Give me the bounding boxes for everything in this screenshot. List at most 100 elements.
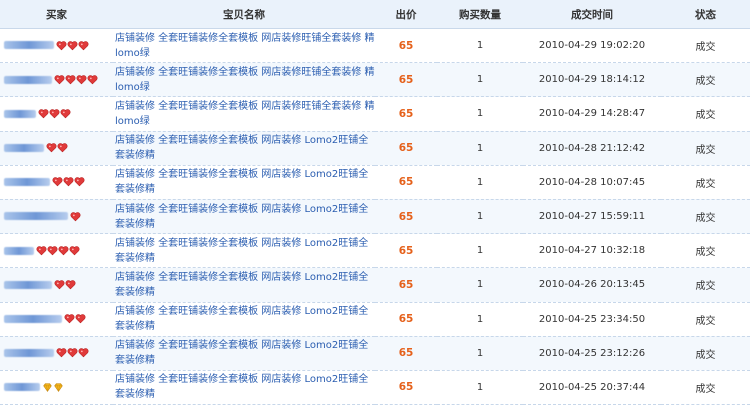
price-value: 65: [398, 244, 414, 257]
status-cell: 成交: [661, 131, 750, 166]
deal-time-cell: 2010-04-27 15:59:11: [523, 199, 661, 235]
transaction-table: 买家 宝贝名称 出价 购买数量 成交时间 状态 店铺装修 全套旺铺装修全套模板 …: [0, 0, 750, 406]
credit-badges: [64, 313, 86, 325]
buyer-name-blurred: [4, 314, 62, 323]
item-link[interactable]: 店铺装修 全套旺铺装修全套模板 网店装修 Lomo2旺铺全套装修精: [115, 133, 375, 163]
deal-time-cell: 2010-04-29 14:28:47: [523, 96, 661, 132]
table-row: 店铺装修 全套旺铺装修全套模板 网店装修 Lomo2旺铺全套装修精 65 1 2010…: [0, 302, 750, 337]
quantity-cell: 1: [437, 165, 523, 200]
item-link[interactable]: 店铺装修 全套旺铺装修全套模板 网店装修 Lomo2旺铺全套装修精: [115, 167, 375, 197]
header-price: 出价: [375, 0, 437, 29]
credit-badges: [42, 382, 64, 394]
buyer-name-blurred: [4, 349, 54, 358]
heart-credit-icon: [75, 313, 86, 324]
diamond-credit-icon: [53, 382, 64, 393]
buyer-name-blurred: [4, 383, 40, 392]
item-link[interactable]: 店铺装修 全套旺铺装修全套模板 网店装修 Lomo2旺铺全套装修精: [115, 304, 375, 334]
heart-credit-icon: [78, 40, 89, 51]
item-link[interactable]: 店铺装修 全套旺铺装修全套模板 网店装修 Lomo2旺铺全套装修精: [115, 202, 375, 232]
quantity-cell: 1: [437, 199, 523, 235]
table-row: 店铺装修 全套旺铺装修全套模板 网店装修 Lomo2旺铺全套装修精 65 1 2010…: [0, 336, 750, 371]
item-cell: 店铺装修 全套旺铺装修全套模板 网店装修 Lomo2旺铺全套装修精: [113, 199, 375, 235]
item-link[interactable]: 店铺装修 全套旺铺装修全套模板 网店装修旺铺全套装修 精lomo绿: [115, 99, 375, 129]
quantity-cell: 1: [437, 96, 523, 132]
item-link[interactable]: 店铺装修 全套旺铺装修全套模板 网店装修旺铺全套装修 精lomo绿: [115, 65, 375, 95]
item-link[interactable]: 店铺装修 全套旺铺装修全套模板 网店装修 Lomo2旺铺全套装修精: [115, 270, 375, 300]
table-row: 店铺装修 全套旺铺装修全套模板 网店装修 Lomo2旺铺全套装修精 65 1 2010…: [0, 165, 750, 200]
status-cell: 成交: [661, 165, 750, 200]
deal-time-cell: 2010-04-25 23:12:26: [523, 336, 661, 371]
price-value: 65: [398, 210, 414, 223]
quantity-cell: 1: [437, 370, 523, 406]
credit-badges: [52, 176, 85, 188]
item-cell: 店铺装修 全套旺铺装修全套模板 网店装修 Lomo2旺铺全套装修精: [113, 302, 375, 337]
buyer-cell: [0, 370, 113, 406]
heart-credit-icon: [64, 313, 75, 324]
heart-credit-icon: [56, 347, 67, 358]
heart-credit-icon: [74, 176, 85, 187]
price-cell: 65: [375, 233, 437, 269]
buyer-name-blurred: [4, 212, 68, 221]
buyer-name-blurred: [4, 109, 36, 118]
header-quantity: 购买数量: [437, 0, 523, 29]
table-row: 店铺装修 全套旺铺装修全套模板 网店装修 Lomo2旺铺全套装修精 65 1 2010…: [0, 233, 750, 269]
deal-time-cell: 2010-04-25 23:34:50: [523, 302, 661, 337]
header-deal-time: 成交时间: [523, 0, 661, 29]
quantity-cell: 1: [437, 267, 523, 303]
table-row: 店铺装修 全套旺铺装修全套模板 网店装修 Lomo2旺铺全套装修精 65 1 2010…: [0, 370, 750, 406]
heart-credit-icon: [46, 142, 57, 153]
price-value: 65: [398, 313, 414, 326]
status-cell: 成交: [661, 370, 750, 406]
status-cell: 成交: [661, 28, 750, 64]
item-link[interactable]: 店铺装修 全套旺铺装修全套模板 网店装修旺铺全套装修 精lomo绿: [115, 31, 375, 61]
heart-credit-icon: [60, 108, 71, 119]
heart-credit-icon: [54, 279, 65, 290]
buyer-cell: [0, 199, 113, 235]
credit-badges: [56, 347, 89, 359]
buyer-cell: [0, 96, 113, 132]
heart-credit-icon: [67, 40, 78, 51]
deal-time-cell: 2010-04-28 21:12:42: [523, 131, 661, 166]
status-cell: 成交: [661, 96, 750, 132]
heart-credit-icon: [47, 245, 58, 256]
price-cell: 65: [375, 302, 437, 337]
price-cell: 65: [375, 96, 437, 132]
table-row: 店铺装修 全套旺铺装修全套模板 网店装修 Lomo2旺铺全套装修精 65 1 2010…: [0, 131, 750, 166]
status-cell: 成交: [661, 199, 750, 235]
buyer-name-blurred: [4, 178, 50, 187]
status-cell: 成交: [661, 233, 750, 269]
heart-credit-icon: [49, 108, 60, 119]
item-link[interactable]: 店铺装修 全套旺铺装修全套模板 网店装修 Lomo2旺铺全套装修精: [115, 372, 375, 402]
price-cell: 65: [375, 62, 437, 98]
buyer-name-blurred: [4, 75, 52, 84]
status-cell: 成交: [661, 302, 750, 337]
header-item-name: 宝贝名称: [113, 0, 375, 29]
price-value: 65: [398, 347, 414, 360]
buyer-cell: [0, 165, 113, 200]
heart-credit-icon: [76, 74, 87, 85]
deal-time-cell: 2010-04-26 20:13:45: [523, 267, 661, 303]
table-row: 店铺装修 全套旺铺装修全套模板 网店装修旺铺全套装修 精lomo绿 65 1 2010…: [0, 96, 750, 132]
price-value: 65: [398, 381, 414, 394]
deal-time-cell: 2010-04-27 10:32:18: [523, 233, 661, 269]
price-cell: 65: [375, 199, 437, 235]
credit-badges: [54, 279, 76, 291]
item-link[interactable]: 店铺装修 全套旺铺装修全套模板 网店装修 Lomo2旺铺全套装修精: [115, 236, 375, 266]
price-value: 65: [398, 39, 414, 52]
price-cell: 65: [375, 336, 437, 371]
item-link[interactable]: 店铺装修 全套旺铺装修全套模板 网店装修 Lomo2旺铺全套装修精: [115, 338, 375, 368]
buyer-cell: [0, 233, 113, 269]
table-row: 店铺装修 全套旺铺装修全套模板 网店装修 Lomo2旺铺全套装修精 65 1 2010…: [0, 199, 750, 235]
price-value: 65: [398, 73, 414, 86]
buyer-cell: [0, 302, 113, 337]
status-cell: 成交: [661, 336, 750, 371]
heart-credit-icon: [58, 245, 69, 256]
item-cell: 店铺装修 全套旺铺装修全套模板 网店装修 Lomo2旺铺全套装修精: [113, 370, 375, 406]
diamond-credit-icon: [42, 382, 53, 393]
price-cell: 65: [375, 267, 437, 303]
table-header-row: 买家 宝贝名称 出价 购买数量 成交时间 状态: [0, 0, 750, 29]
heart-credit-icon: [78, 347, 89, 358]
heart-credit-icon: [54, 74, 65, 85]
status-cell: 成交: [661, 62, 750, 98]
credit-badges: [38, 108, 71, 120]
